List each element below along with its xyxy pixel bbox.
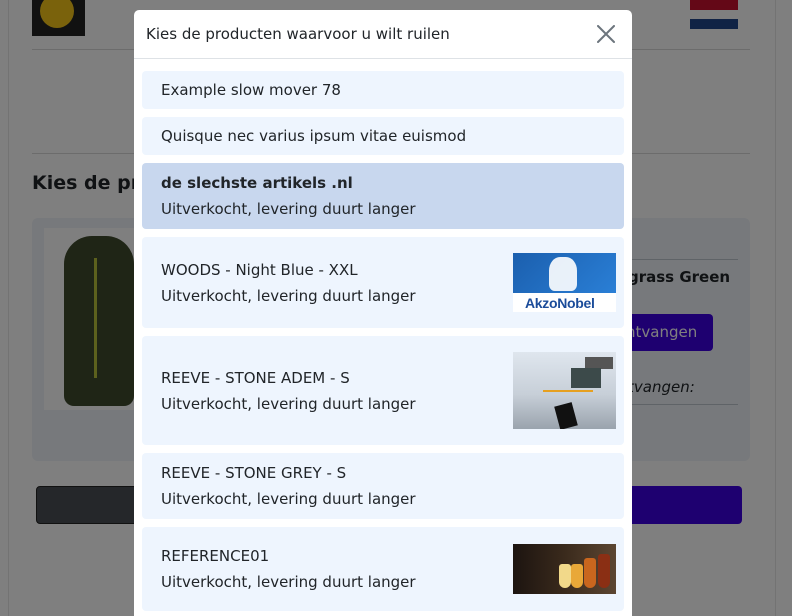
product-list: Example slow mover 78 Quisque nec varius…	[134, 59, 632, 611]
product-option[interactable]: REEVE - STONE ADEM - S Uitverkocht, leve…	[142, 336, 624, 445]
stock-status: Uitverkocht, levering duurt langer	[161, 200, 416, 218]
product-name: WOODS - Night Blue - XXL	[161, 260, 358, 279]
modal-header: Kies de producten waarvoor u wilt ruilen	[134, 10, 632, 59]
product-option-selected[interactable]: de slechste artikels .nl Uitverkocht, le…	[142, 163, 624, 229]
stock-status: Uitverkocht, levering duurt langer	[161, 490, 416, 508]
close-icon	[597, 25, 615, 43]
product-name: Quisque nec varius ipsum vitae euismod	[161, 127, 467, 145]
product-name: REEVE - STONE ADEM - S	[161, 368, 350, 387]
product-option[interactable]: WOODS - Night Blue - XXL Uitverkocht, le…	[142, 237, 624, 328]
product-option[interactable]: Example slow mover 78	[142, 71, 624, 109]
stock-status: Uitverkocht, levering duurt langer	[161, 394, 416, 413]
product-option[interactable]: Quisque nec varius ipsum vitae euismod	[142, 117, 624, 155]
desk-electronics-image	[513, 352, 616, 429]
product-name: REEVE - STONE GREY - S	[161, 464, 347, 482]
akzonobel-logo-image: AkzoNobel	[513, 253, 616, 312]
product-option[interactable]: REFERENCE01 Uitverkocht, levering duurt …	[142, 527, 624, 611]
product-name: Example slow mover 78	[161, 81, 341, 99]
stock-status: Uitverkocht, levering duurt langer	[161, 573, 416, 591]
product-name: de slechste artikels .nl	[161, 174, 353, 192]
modal-title: Kies de producten waarvoor u wilt ruilen	[146, 25, 450, 43]
product-name: REFERENCE01	[161, 547, 270, 565]
stock-status: Uitverkocht, levering duurt langer	[161, 286, 416, 305]
product-option[interactable]: REEVE - STONE GREY - S Uitverkocht, leve…	[142, 453, 624, 519]
exchange-product-modal: Kies de producten waarvoor u wilt ruilen…	[134, 10, 632, 616]
beer-glasses-image	[513, 544, 616, 594]
close-button[interactable]	[592, 20, 620, 48]
